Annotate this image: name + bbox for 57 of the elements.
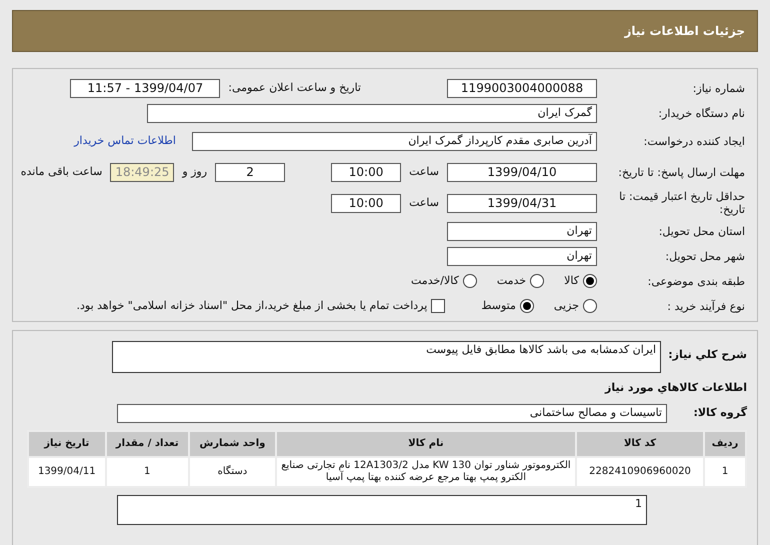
input-field[interactable]: 2 <box>215 162 286 182</box>
input-field[interactable]: تهران <box>447 246 597 266</box>
field-label: طبقه بندی موضوعی: <box>646 274 745 288</box>
input-field[interactable]: 10:00 <box>331 194 402 212</box>
input-field[interactable]: آدرین صابری مقدم کارپرداز گمرک ایران <box>192 132 597 150</box>
field-label: گروه کالا: <box>692 404 747 421</box>
column-header: نام کالا <box>276 430 576 456</box>
contact-link[interactable]: اطلاعات تماس خریدار <box>74 132 176 150</box>
radio-label: کالا <box>564 272 579 289</box>
field-label: نوع فرآیند خرید : <box>666 300 745 312</box>
note-box[interactable]: 1 <box>117 494 647 524</box>
input-field[interactable]: 1199003004000088 <box>447 78 597 98</box>
field-label: ساعت <box>409 164 439 180</box>
input-field[interactable]: 1399/04/10 <box>447 162 597 182</box>
checkbox-label: پرداخت تمام یا بخشی از مبلغ خرید،از محل "اسناد خزانه اسلامی" خواهد بود. <box>76 298 428 314</box>
input-field[interactable]: 10:00 <box>331 162 402 182</box>
field-label: تاریخ و ساعت اعلان عمومی: <box>228 80 361 96</box>
input-field[interactable]: 1399/04/07 - 11:57 <box>70 78 220 98</box>
field-label: استان محل تحویل: <box>658 224 745 238</box>
radio-button[interactable] <box>520 299 534 313</box>
column-header: واحد شمارش <box>188 430 276 456</box>
field-label: نام دستگاه خریدار: <box>657 106 745 120</box>
radio-button[interactable] <box>530 274 544 288</box>
field-label: شهر محل تحویل: <box>664 250 745 262</box>
input-field[interactable]: تاسیسات و مصالح ساختمانی <box>117 404 667 422</box>
field-label: روز و <box>182 164 208 180</box>
input-field[interactable]: تهران <box>447 222 597 240</box>
column-header: کد کالا <box>576 430 704 456</box>
table-cell: دستگاه <box>188 456 276 486</box>
radio-label: جزیی <box>554 298 579 314</box>
field-label: ایجاد کننده درخواست: <box>642 134 745 148</box>
field-label: شماره نیاز: <box>692 82 745 94</box>
column-header: ردیف <box>704 430 746 456</box>
radio-label: خدمت <box>496 272 526 289</box>
table-cell: 1399/04/11 <box>28 456 106 486</box>
table-cell: 1 <box>704 456 746 486</box>
section-heading: اطلاعات كالاهاي مورد نياز <box>604 380 747 396</box>
table-cell: 1 <box>106 456 189 486</box>
description-box[interactable]: ایران کدمشابه می باشد کالاها مطابق فایل پیوست <box>112 341 661 373</box>
radio-button[interactable] <box>462 274 477 288</box>
field-label: مهلت ارسال پاسخ: تا تاریخ: <box>617 166 745 178</box>
field-label: ساعت <box>409 194 439 211</box>
field-label: ساعت باقی مانده <box>20 164 102 180</box>
radio-button[interactable] <box>583 274 597 288</box>
radio-label: کالا/خدمت <box>411 272 459 289</box>
checkbox[interactable] <box>431 299 446 313</box>
column-header: تعداد / مقدار <box>106 430 189 456</box>
header-bar: جزئیات اطلاعات نیاز <box>12 10 758 52</box>
table-cell: الکتروموتور شناور توان KW 130 مدل 12A1303/2 نام تجارتی صنایع الکترو پمپ بهتا مرجع عرضه کننده بهتا پمپ آسیا <box>276 456 576 486</box>
field-label: حداقل تاریخ اعتبار قیمت: تا تاریخ: <box>618 190 745 216</box>
column-header: تاریخ نیاز <box>28 430 106 456</box>
table-cell: 2282410906960020 <box>576 456 704 486</box>
radio-label: متوسط <box>481 298 516 314</box>
input-field[interactable]: گمرک ایران <box>147 104 597 122</box>
field-label: شرح كلي نياز: <box>669 347 747 363</box>
radio-button[interactable] <box>583 299 597 313</box>
input-field[interactable]: 1399/04/31 <box>447 194 597 212</box>
